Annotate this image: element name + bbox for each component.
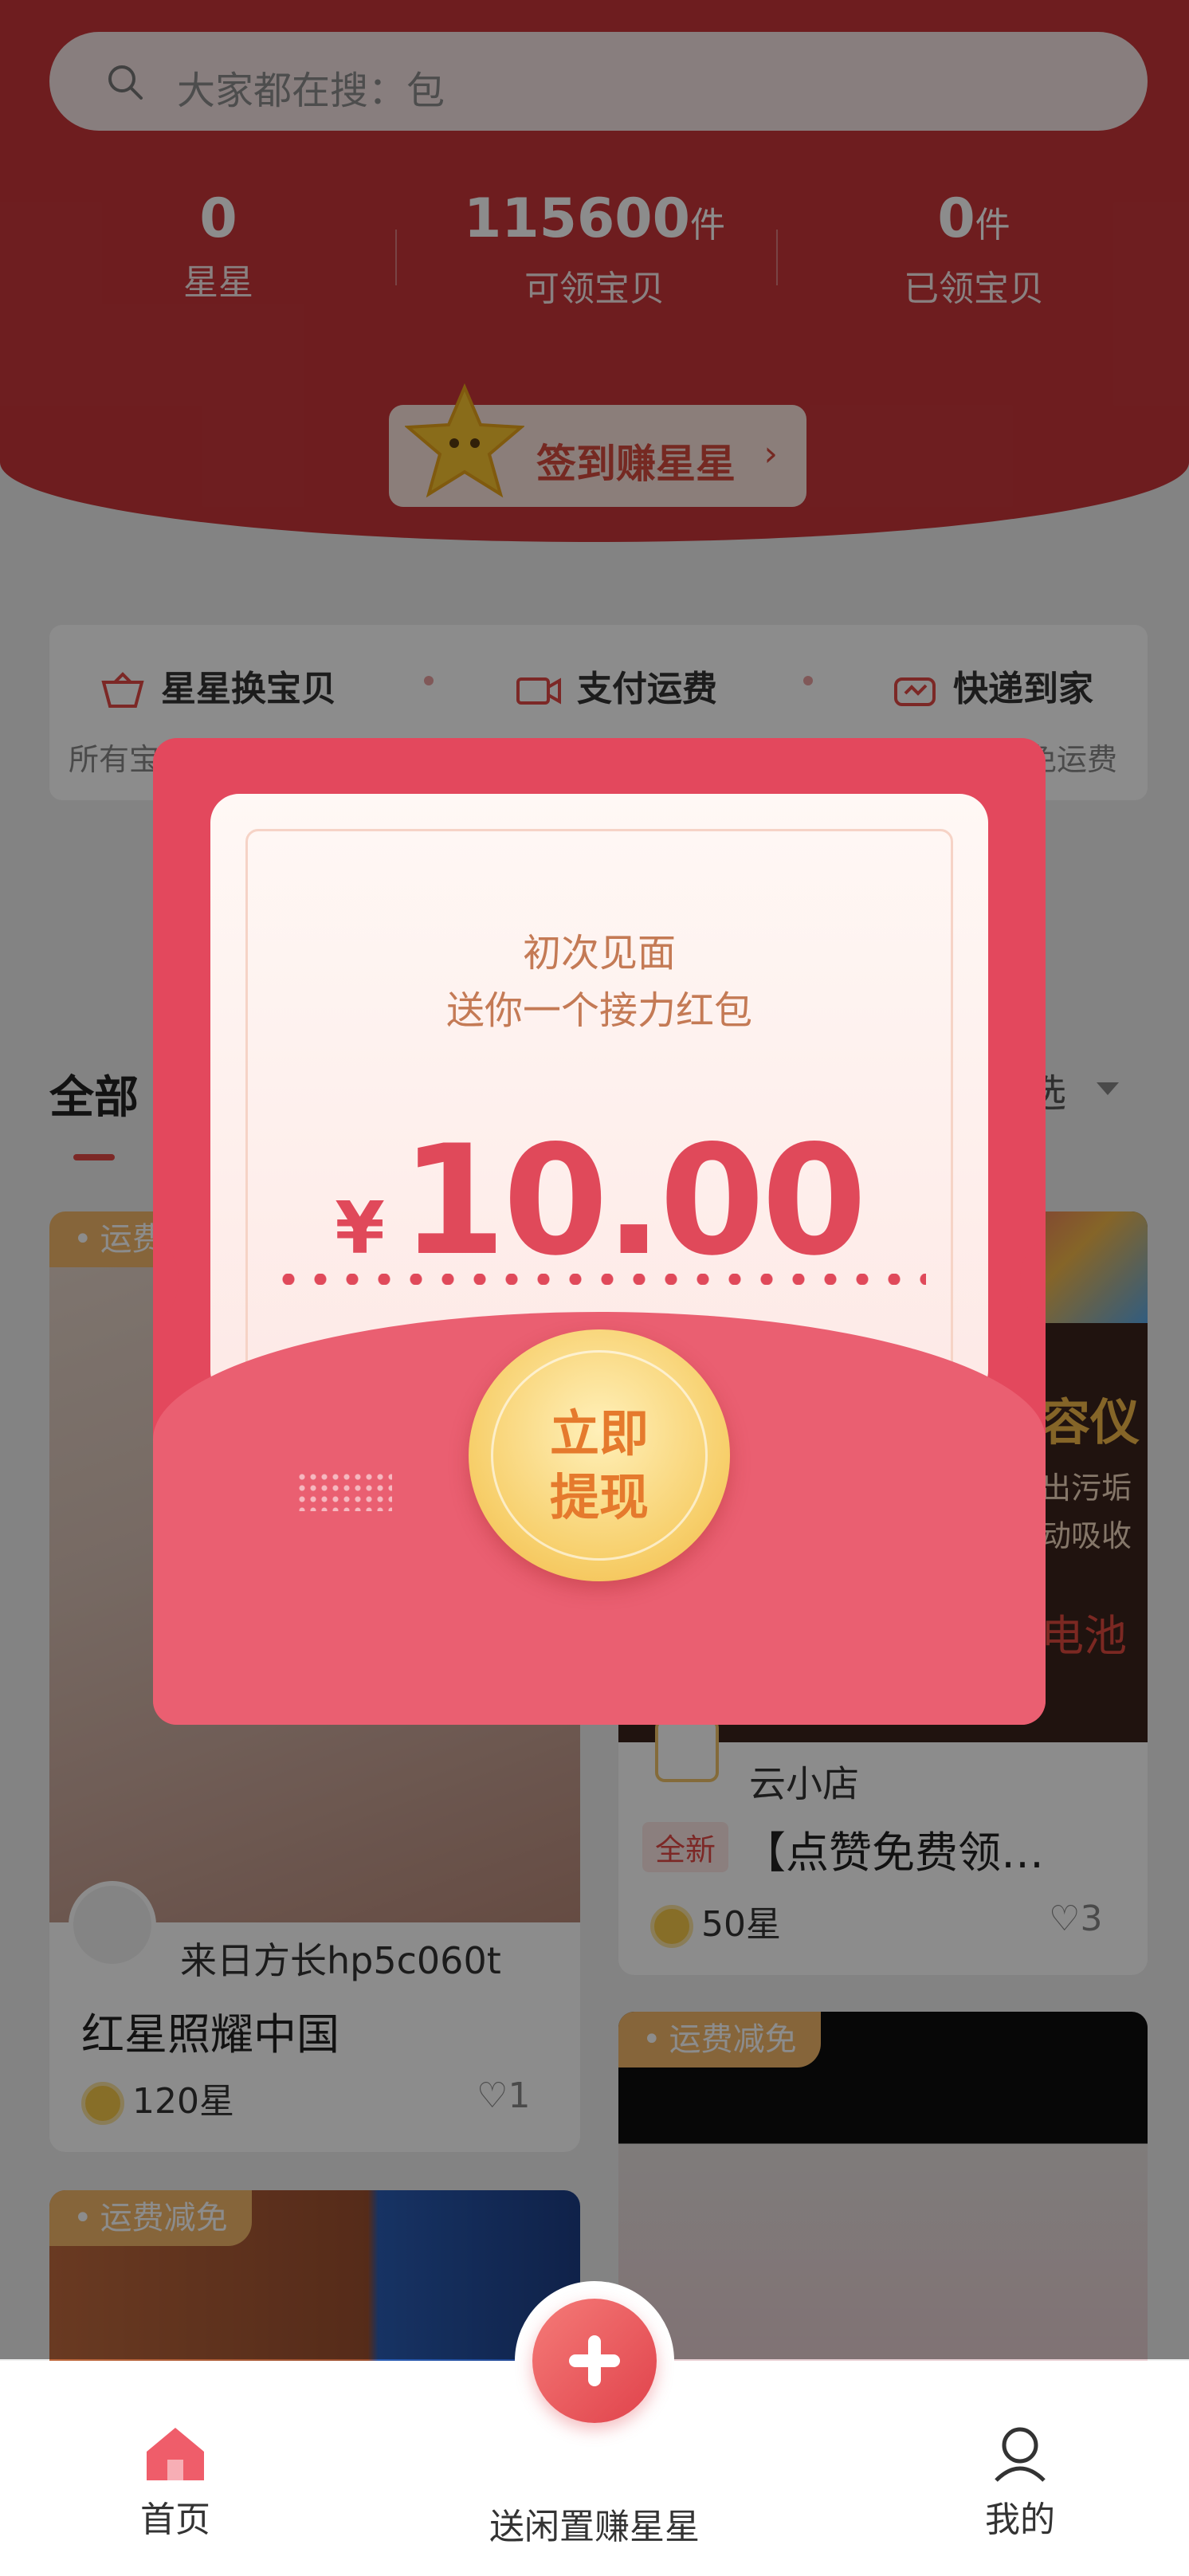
post-item-button[interactable] xyxy=(532,2299,657,2423)
ticket-notch xyxy=(1020,1242,1046,1318)
nav-mine[interactable]: 我的 xyxy=(972,2425,1068,2542)
nav-home-label: 首页 xyxy=(140,2499,210,2540)
envelope-pattern xyxy=(296,1471,392,1511)
packet-message: 送你一个接力红包 xyxy=(445,988,752,1033)
red-packet-modal: 初次见面 送你一个接力红包 ¥10.00 立即 提现 xyxy=(153,738,1046,1725)
plus-icon xyxy=(588,2335,601,2386)
withdraw-label-line2: 提现 xyxy=(549,1468,649,1526)
withdraw-button[interactable]: 立即 提现 xyxy=(469,1329,730,1581)
withdraw-label-line1: 立即 xyxy=(549,1404,649,1463)
nav-home[interactable]: 首页 xyxy=(128,2425,223,2542)
packet-greeting: 初次见面 xyxy=(522,931,676,976)
packet-letter: 初次见面 送你一个接力红包 ¥10.00 xyxy=(210,794,988,1419)
amount-value: 10.00 xyxy=(400,1113,867,1289)
ticket-notch xyxy=(153,1242,179,1318)
packet-amount: ¥10.00 xyxy=(210,1113,988,1289)
nav-post-label[interactable]: 送闲置赚星星 xyxy=(443,2498,746,2549)
currency-symbol: ¥ xyxy=(335,1187,385,1270)
user-icon xyxy=(995,2427,1046,2482)
home-icon xyxy=(147,2428,204,2480)
nav-mine-label: 我的 xyxy=(985,2499,1055,2540)
perforation xyxy=(273,1274,926,1285)
